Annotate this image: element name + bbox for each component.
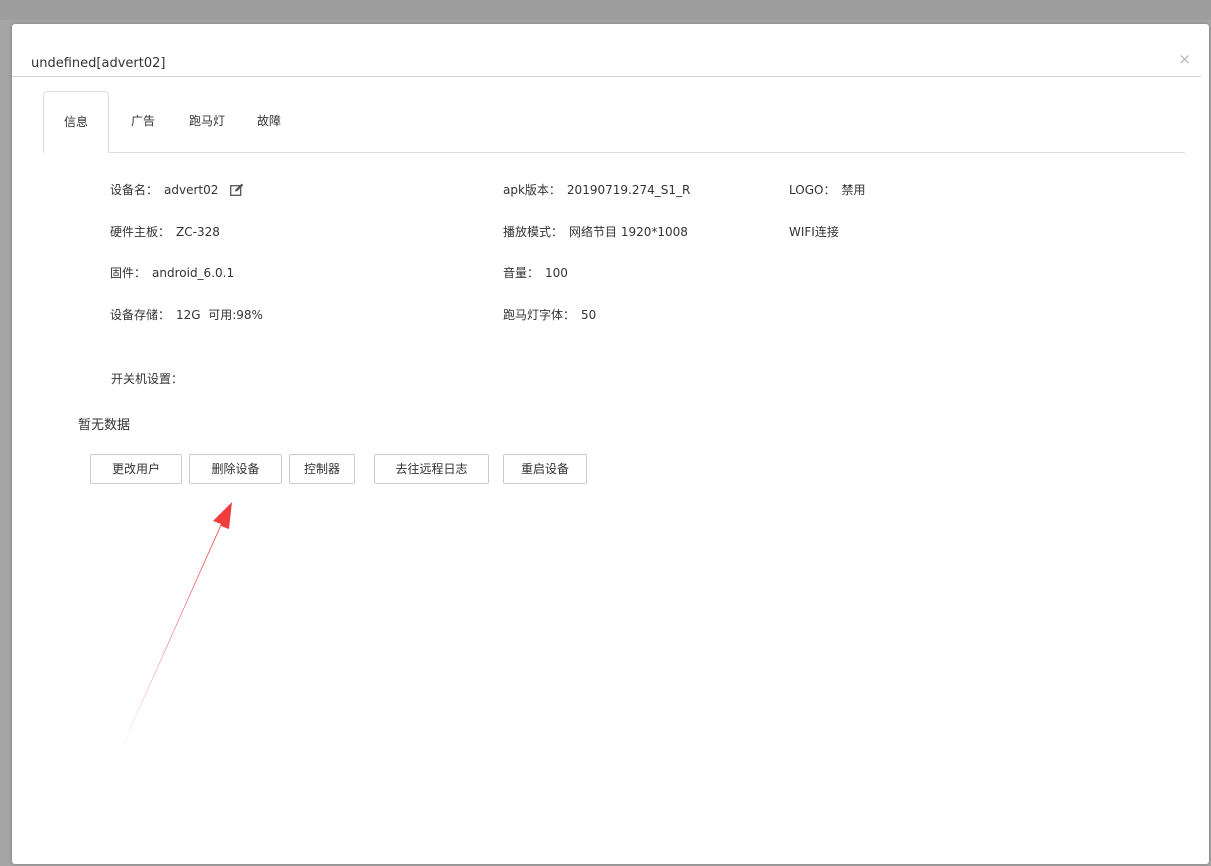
play-mode-label: 播放模式：	[503, 225, 564, 239]
hardware-board-label: 硬件主板：	[110, 225, 171, 239]
info-storage: 设备存储： 12G 可用:98%	[110, 306, 263, 323]
storage-value: 12G 可用:98%	[176, 308, 263, 322]
tab-faults[interactable]: 故障	[251, 91, 287, 151]
tab-ads[interactable]: 广告	[125, 91, 161, 151]
info-marquee-font: 跑马灯字体： 50	[503, 306, 596, 323]
power-schedule-label: 开关机设置：	[111, 372, 184, 386]
volume-value: 100	[545, 266, 568, 280]
info-play-mode: 播放模式： 网络节目 1920*1008	[503, 223, 688, 240]
marquee-font-label: 跑马灯字体：	[503, 308, 576, 322]
close-icon[interactable]: ×	[1178, 52, 1191, 67]
device-dialog: undefined[advert02] × 信息 广告 跑马灯 故障 设备名： a…	[12, 24, 1209, 864]
marquee-font-value: 50	[581, 308, 597, 322]
tab-bar: 信息 广告 跑马灯 故障	[43, 91, 1185, 153]
restart-device-button[interactable]: 重启设备	[503, 454, 587, 484]
hardware-board-value: ZC-328	[176, 225, 220, 239]
dialog-header: undefined[advert02] ×	[12, 24, 1201, 77]
empty-state-text: 暂无数据	[78, 418, 131, 433]
page-backdrop	[0, 0, 1211, 20]
remote-log-button[interactable]: 去往远程日志	[374, 454, 489, 484]
device-name-value: advert02	[164, 183, 219, 197]
info-volume: 音量： 100	[503, 264, 568, 281]
apk-version-value: 20190719.274_S1_R	[566, 183, 691, 197]
firmware-label: 固件：	[110, 266, 147, 280]
logo-value: 禁用	[841, 183, 866, 197]
volume-label: 音量：	[503, 266, 540, 280]
firmware-value: android_6.0.1	[152, 266, 235, 280]
storage-label: 设备存储：	[110, 308, 171, 322]
tab-info[interactable]: 信息	[43, 91, 109, 153]
info-device-name: 设备名： advert02	[110, 181, 244, 199]
info-firmware: 固件： android_6.0.1	[110, 264, 234, 281]
dialog-title: undefined[advert02]	[31, 56, 166, 71]
info-network: WIFI连接	[789, 223, 839, 240]
logo-label: LOGO：	[789, 183, 836, 197]
change-user-button[interactable]: 更改用户	[90, 454, 182, 484]
delete-device-button[interactable]: 删除设备	[189, 454, 282, 484]
info-hardware-board: 硬件主板： ZC-328	[110, 223, 220, 240]
tab-marquee[interactable]: 跑马灯	[183, 91, 231, 151]
edit-icon[interactable]	[230, 183, 244, 199]
controller-button[interactable]: 控制器	[289, 454, 355, 484]
apk-version-label: apk版本：	[503, 183, 561, 197]
info-apk-version: apk版本： 20190719.274_S1_R	[503, 181, 690, 198]
play-mode-value: 网络节目 1920*1008	[569, 225, 688, 239]
device-name-label: 设备名：	[110, 183, 159, 197]
network-value: WIFI连接	[789, 225, 839, 239]
info-logo: LOGO： 禁用	[789, 181, 865, 198]
